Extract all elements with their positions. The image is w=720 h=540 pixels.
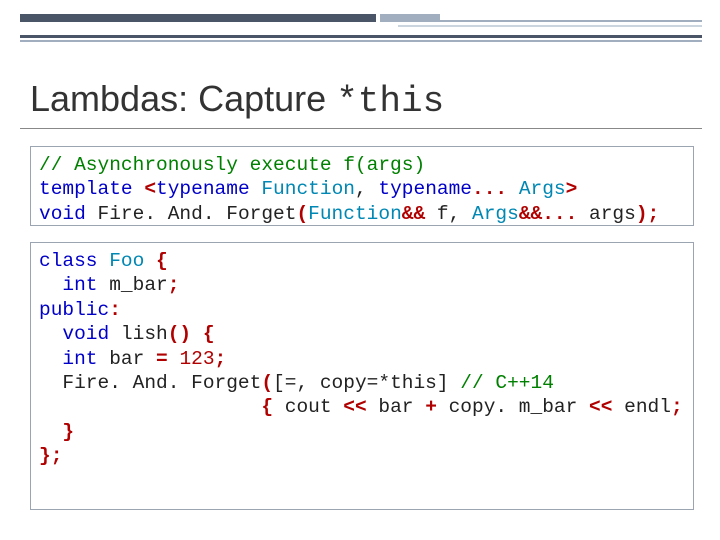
- title-mono: *this: [336, 81, 444, 122]
- code-comment: // Asynchronously execute f(args): [39, 154, 425, 176]
- title-underline: [20, 128, 702, 129]
- slide-header-decor: [0, 0, 720, 56]
- code-block-2: class Foo { int m_bar; public: void lish…: [30, 242, 694, 510]
- title-text: Lambdas: Capture: [30, 78, 336, 119]
- code-block-1: // Asynchronously execute f(args) templa…: [30, 146, 694, 226]
- slide-title: Lambdas: Capture *this: [30, 78, 444, 122]
